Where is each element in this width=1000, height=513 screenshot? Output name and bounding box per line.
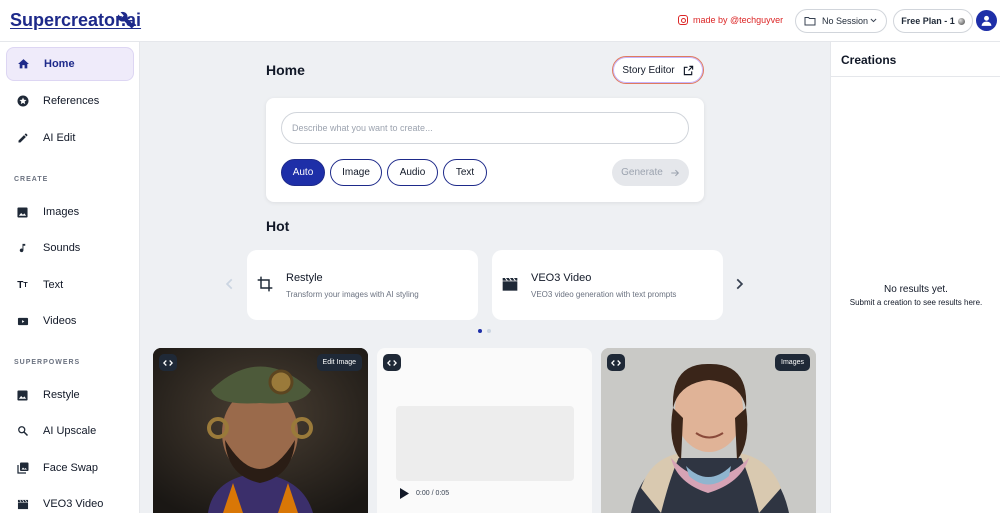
- gallery-card-audio[interactable]: 0:00 / 0:05: [377, 348, 592, 513]
- generate-button[interactable]: Generate: [612, 159, 689, 186]
- prompt-card: Auto Image Audio Text Generate: [266, 98, 704, 202]
- hot-card-desc: Transform your images with AI styling: [286, 290, 419, 299]
- code-icon: [163, 359, 173, 366]
- top-bar: Supercreator.ai made by @techguyver No S…: [0, 0, 1000, 42]
- mode-auto-button[interactable]: Auto: [281, 159, 325, 186]
- images-tag[interactable]: Images: [775, 354, 810, 371]
- page-title: Home: [266, 62, 305, 78]
- prompt-input[interactable]: [281, 112, 689, 144]
- creations-panel: Creations No results yet. Submit a creat…: [830, 42, 1000, 513]
- plan-button[interactable]: Free Plan - 1: [893, 9, 973, 33]
- clapperboard-icon: [16, 498, 29, 511]
- code-icon: [387, 359, 397, 366]
- audio-preview-area: [396, 406, 574, 481]
- star-circle-icon: [16, 95, 29, 108]
- sidebar-item-text[interactable]: TT Text: [6, 268, 134, 302]
- arrow-right-icon: [671, 169, 679, 176]
- story-editor-label: Story Editor: [622, 64, 675, 76]
- sidebar-item-label: Sounds: [43, 242, 81, 254]
- text-icon: TT: [17, 279, 28, 291]
- carousel-next-icon[interactable]: [732, 277, 746, 291]
- sidebar-item-references[interactable]: References: [6, 84, 134, 118]
- carousel-dot-active[interactable]: [478, 329, 482, 333]
- hot-card-desc: VEO3 video generation with text prompts: [531, 290, 677, 299]
- sidebar-item-label: References: [43, 95, 100, 107]
- crop-icon: [257, 276, 273, 292]
- sidebar-item-label: Face Swap: [43, 462, 99, 474]
- sidebar-item-face-swap[interactable]: Face Swap: [6, 451, 134, 485]
- made-by-text: made by @techguyver: [693, 15, 784, 25]
- sidebar-item-home[interactable]: Home: [6, 47, 134, 81]
- sidebar-item-restyle[interactable]: Restyle: [6, 378, 134, 412]
- gallery-card-images[interactable]: Images: [601, 348, 816, 513]
- chevron-down-icon: [870, 18, 877, 23]
- pencil-icon: [16, 132, 29, 145]
- external-link-icon: [683, 65, 693, 75]
- sidebar-item-images[interactable]: Images: [6, 195, 134, 229]
- code-button[interactable]: [607, 354, 625, 371]
- coin-icon: [957, 17, 965, 25]
- code-button[interactable]: [383, 354, 401, 371]
- code-icon: [611, 359, 621, 366]
- photo-library-icon: [16, 462, 29, 475]
- hot-card-veo3-video[interactable]: VEO3 Video VEO3 video generation with te…: [492, 250, 723, 320]
- image-icon: [16, 206, 29, 219]
- play-icon[interactable]: [399, 488, 409, 499]
- sidebar-item-videos[interactable]: Videos: [6, 304, 134, 338]
- edit-image-tag[interactable]: Edit Image: [316, 354, 362, 371]
- hot-card-title: VEO3 Video: [531, 272, 592, 284]
- home-icon: [17, 58, 30, 71]
- generate-label: Generate: [621, 167, 663, 178]
- sidebar: Home References AI Edit CREATE Images So…: [0, 42, 140, 513]
- empty-state-desc: Submit a creation to see results here.: [849, 298, 983, 307]
- sidebar-item-ai-upscale[interactable]: AI Upscale: [6, 414, 134, 448]
- section-label-superpowers: SUPERPOWERS: [14, 359, 81, 366]
- audio-time: 0:00 / 0:05: [416, 490, 450, 497]
- empty-state-title: No results yet.: [884, 284, 948, 295]
- code-button[interactable]: [159, 354, 177, 371]
- session-dropdown[interactable]: No Session: [795, 9, 887, 33]
- wrench-icon[interactable]: [117, 11, 135, 29]
- divider: [831, 76, 1000, 77]
- sidebar-item-veo3-video[interactable]: VEO3 Video: [6, 487, 134, 513]
- made-by-link[interactable]: made by @techguyver: [678, 15, 783, 25]
- user-icon: [981, 15, 992, 26]
- portrait-warrior-image: [153, 348, 368, 513]
- image-icon: [16, 389, 29, 402]
- session-label: No Session: [822, 16, 869, 26]
- sidebar-item-label: Home: [44, 58, 75, 70]
- sidebar-item-ai-edit[interactable]: AI Edit: [6, 121, 134, 155]
- sidebar-item-label: VEO3 Video: [43, 498, 104, 510]
- hot-section-title: Hot: [266, 218, 290, 234]
- sidebar-item-label: Restyle: [43, 389, 80, 401]
- sidebar-item-label: AI Upscale: [43, 425, 97, 437]
- plan-label: Free Plan - 1: [901, 16, 955, 26]
- portrait-woman-image: [601, 348, 816, 513]
- clapperboard-icon: [502, 277, 518, 291]
- mode-audio-button[interactable]: Audio: [387, 159, 438, 186]
- hot-card-restyle[interactable]: Restyle Transform your images with AI st…: [247, 250, 478, 320]
- gallery-card-image[interactable]: Edit Image: [153, 348, 368, 513]
- avatar[interactable]: [976, 10, 997, 31]
- mode-image-button[interactable]: Image: [330, 159, 382, 186]
- mode-text-button[interactable]: Text: [443, 159, 487, 186]
- section-label-create: CREATE: [14, 176, 49, 183]
- folder-icon: [804, 17, 816, 26]
- sidebar-item-sounds[interactable]: Sounds: [6, 231, 134, 265]
- sidebar-item-label: AI Edit: [43, 132, 76, 144]
- creations-title: Creations: [841, 53, 897, 67]
- music-note-icon: [16, 242, 29, 255]
- video-camera-icon: [16, 315, 29, 328]
- hot-card-title: Restyle: [286, 272, 323, 284]
- story-editor-button[interactable]: Story Editor: [612, 56, 704, 84]
- sidebar-item-label: Text: [43, 279, 64, 291]
- instagram-icon: [678, 15, 688, 25]
- magnify-icon: [16, 425, 29, 438]
- carousel-prev-icon[interactable]: [223, 277, 237, 291]
- carousel-dot[interactable]: [487, 329, 491, 333]
- sidebar-item-label: Videos: [43, 315, 77, 327]
- sidebar-item-label: Images: [43, 206, 80, 218]
